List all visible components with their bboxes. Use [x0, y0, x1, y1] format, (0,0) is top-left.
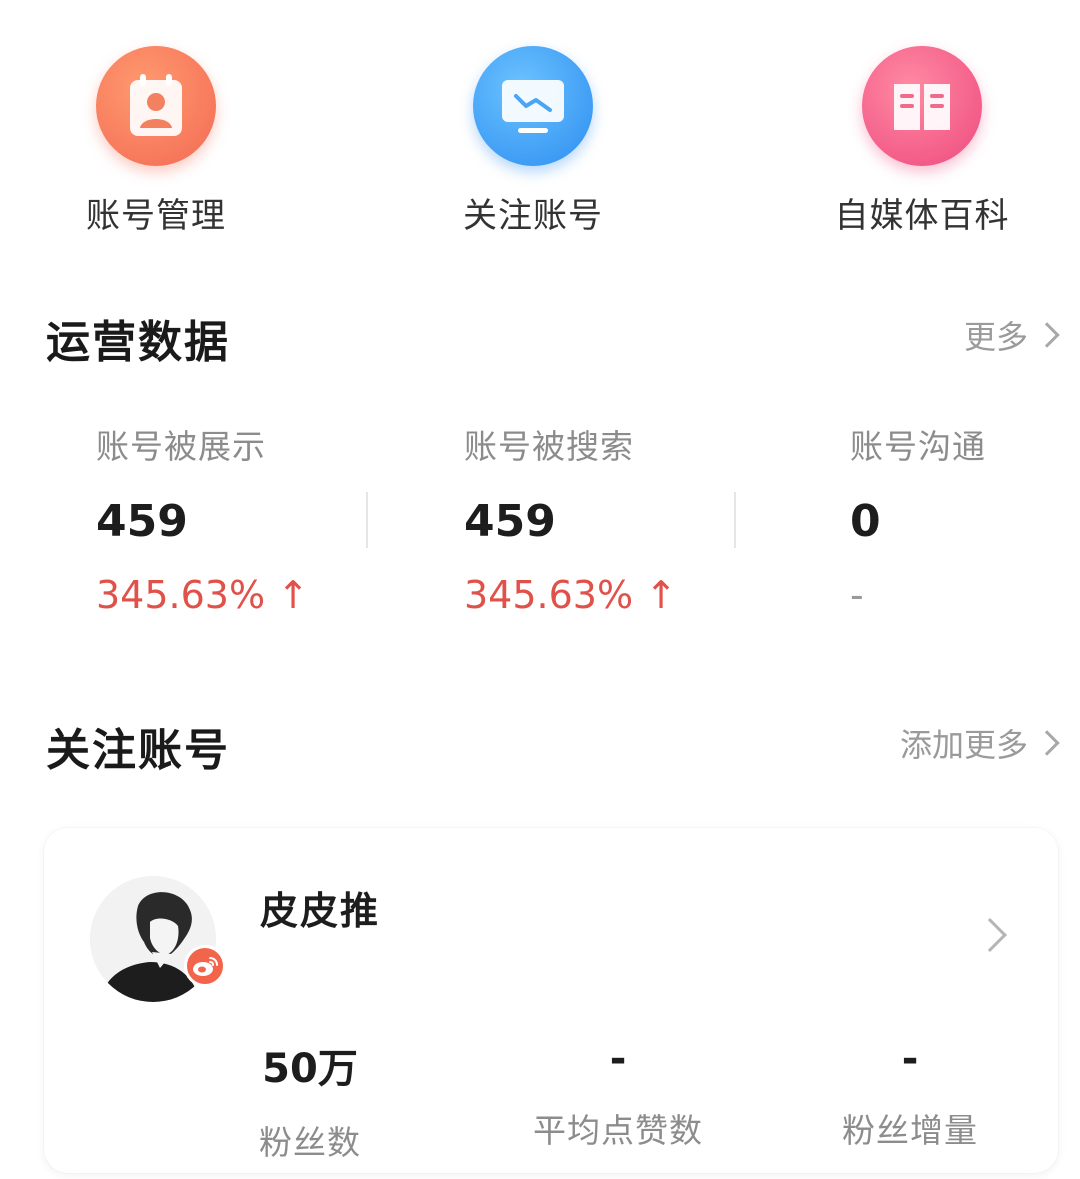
- operations-more-link[interactable]: 更多: [963, 312, 1060, 358]
- account-management-button[interactable]: 账号管理: [36, 40, 276, 237]
- divider: [366, 492, 368, 548]
- weibo-icon: [184, 945, 226, 987]
- chevron-right-icon: [1034, 730, 1060, 756]
- account-home-page: 账号管理 关注账号 自媒体百科 运营数据 更多 账号被展示 459 345.63…: [0, 0, 1080, 1179]
- stat-impressions[interactable]: 账号被展示 459 345.63% ↑: [96, 420, 309, 617]
- monitor-trend-icon: [473, 46, 593, 166]
- divider: [734, 492, 736, 548]
- metric-label: 粉丝增量: [842, 1111, 978, 1150]
- stat-delta: 345.63% ↑: [96, 573, 309, 617]
- quick-action-label: 账号管理: [86, 196, 226, 236]
- more-label: 更多: [963, 318, 1028, 356]
- open-book-icon: [862, 46, 982, 166]
- followed-title: 关注账号: [46, 725, 230, 776]
- chevron-right-icon: [1034, 322, 1060, 348]
- stat-value: 0: [850, 496, 881, 547]
- quick-actions: 账号管理 关注账号 自媒体百科: [0, 40, 1080, 240]
- metric-followers: 50万 粉丝数: [190, 1036, 430, 1164]
- operations-stats: 账号被展示 459 345.63% ↑ 账号被搜索 459 345.63% ↑ …: [0, 420, 1080, 620]
- operations-title: 运营数据: [46, 317, 230, 368]
- media-wiki-button[interactable]: 自媒体百科: [802, 40, 1042, 237]
- stat-label: 账号被展示: [96, 427, 266, 466]
- metric-label: 粉丝数: [259, 1123, 361, 1162]
- contact-card-icon: [96, 46, 216, 166]
- metric-value: 50万: [262, 1046, 358, 1092]
- stat-communications[interactable]: 账号沟通 0 -: [850, 420, 986, 617]
- stat-value: 459: [96, 496, 188, 547]
- metric-follower-growth: - 粉丝增量: [790, 1036, 1030, 1152]
- add-more-link[interactable]: 添加更多: [899, 720, 1060, 766]
- quick-action-label: 关注账号: [463, 196, 603, 236]
- followed-accounts-button[interactable]: 关注账号: [413, 40, 653, 237]
- chevron-right-icon[interactable]: [973, 918, 1007, 952]
- stat-delta: 345.63% ↑: [464, 573, 677, 617]
- stat-searches[interactable]: 账号被搜索 459 345.63% ↑: [464, 420, 677, 617]
- stat-delta: -: [850, 573, 864, 617]
- metric-avg-likes: - 平均点赞数: [498, 1036, 738, 1152]
- stat-label: 账号沟通: [850, 427, 986, 466]
- account-name: 皮皮推: [260, 889, 381, 933]
- quick-action-label: 自媒体百科: [834, 196, 1010, 236]
- stat-value: 459: [464, 496, 556, 547]
- followed-account-card[interactable]: 皮皮推 50万 粉丝数 - 平均点赞数 - 粉丝增量: [44, 828, 1058, 1173]
- metric-value: -: [609, 1036, 627, 1082]
- metric-label: 平均点赞数: [533, 1111, 703, 1150]
- add-more-label: 添加更多: [899, 726, 1028, 764]
- stat-label: 账号被搜索: [464, 427, 634, 466]
- metric-value: -: [901, 1036, 919, 1082]
